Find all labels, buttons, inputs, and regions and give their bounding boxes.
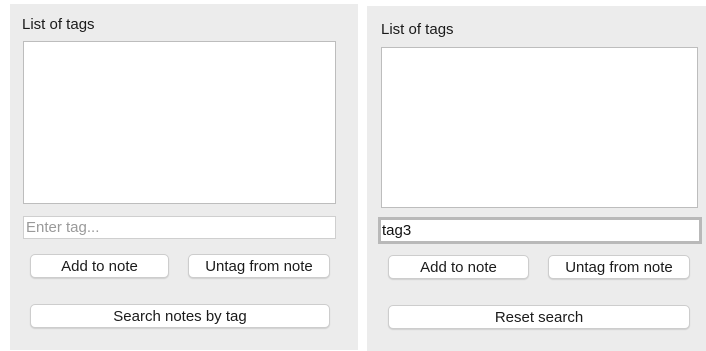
reset-search-button[interactable]: Reset search <box>388 305 690 329</box>
list-of-tags-title: List of tags <box>22 16 95 33</box>
left-tags-panel: List of tags Add to note Untag from note… <box>10 4 358 350</box>
untag-from-note-button[interactable]: Untag from note <box>548 255 690 279</box>
tags-list[interactable] <box>381 47 698 208</box>
untag-from-note-button[interactable]: Untag from note <box>188 254 330 278</box>
tags-list[interactable] <box>23 41 336 204</box>
add-to-note-button[interactable]: Add to note <box>388 255 529 279</box>
tag-input[interactable] <box>378 217 702 244</box>
tag-input[interactable] <box>23 216 336 239</box>
right-tags-panel: List of tags Add to note Untag from note… <box>367 6 706 351</box>
add-to-note-button[interactable]: Add to note <box>30 254 169 278</box>
search-notes-by-tag-button[interactable]: Search notes by tag <box>30 304 330 328</box>
list-of-tags-title: List of tags <box>381 21 454 38</box>
